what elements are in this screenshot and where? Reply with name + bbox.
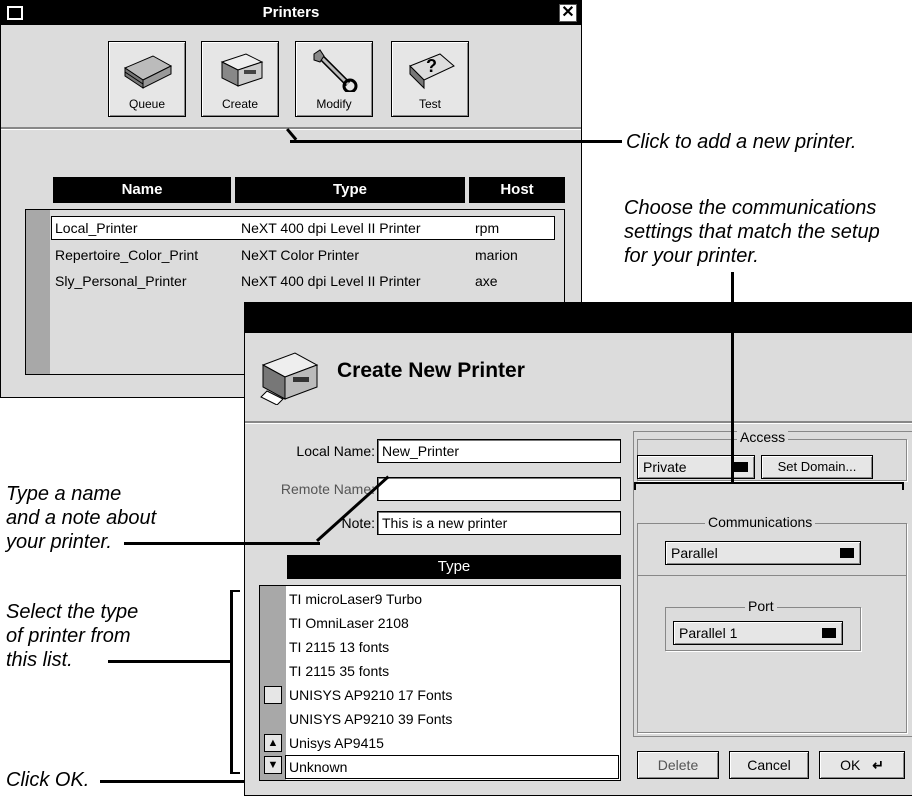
test-page-icon: ? — [409, 53, 455, 90]
callout-line-type — [108, 660, 232, 663]
queue-label: Queue — [128, 97, 166, 111]
list-item[interactable]: TI OmniLaser 2108 — [289, 611, 409, 635]
communications-popup-value: Parallel — [671, 545, 718, 561]
callout-name-line3: your printer. — [6, 531, 112, 553]
printer-type: NeXT 400 dpi Level II Printer — [241, 273, 421, 289]
callout-line-create — [290, 140, 622, 143]
group-divider — [637, 575, 907, 576]
port-popup[interactable]: Parallel 1 — [673, 621, 843, 645]
callout-type-line1: Select the type — [6, 601, 139, 623]
close-icon: ✕ — [561, 4, 575, 21]
callout-add-printer: Click to add a new printer. — [626, 131, 857, 153]
communications-popup[interactable]: Parallel — [665, 541, 861, 565]
printers-titlebar[interactable]: Printers ✕ — [1, 1, 581, 25]
callout-type-line3: this list. — [6, 649, 73, 671]
ok-button[interactable]: OK ↵ — [819, 751, 905, 779]
note-field[interactable]: This is a new printer — [377, 511, 621, 535]
create-panel-titlebar[interactable] — [245, 303, 912, 333]
modify-button[interactable]: Modify — [295, 41, 373, 117]
callout-ok: Click OK. — [6, 769, 90, 791]
toolbar-divider — [1, 127, 581, 130]
header-divider — [245, 421, 912, 424]
scroll-knob[interactable] — [264, 686, 282, 704]
test-button[interactable]: ? Test — [391, 41, 469, 117]
queue-button[interactable]: Queue — [108, 41, 186, 117]
cancel-button[interactable]: Cancel — [729, 751, 809, 779]
create-button[interactable]: Create — [201, 41, 279, 117]
type-list-scrollbar[interactable]: ▲ ▼ — [260, 586, 286, 780]
access-popup[interactable]: Private — [637, 455, 755, 479]
callout-line-ok — [100, 780, 244, 783]
local-name-label: Local Name: — [296, 443, 375, 459]
communications-group-title: Communications — [705, 514, 816, 530]
popup-arrow-icon — [734, 462, 748, 472]
list-item[interactable]: Unisys AP9415 — [289, 731, 384, 755]
ok-label: OK — [840, 757, 861, 773]
column-header-type[interactable]: Type — [235, 177, 465, 203]
list-item[interactable]: UNISYS AP9210 17 Fonts — [289, 683, 452, 707]
list-item[interactable]: Unknown — [289, 755, 347, 779]
port-group-title: Port — [745, 598, 777, 614]
miniaturize-button[interactable] — [7, 6, 23, 20]
test-label: Test — [418, 97, 441, 111]
delete-button[interactable]: Delete — [637, 751, 719, 779]
list-item[interactable]: TI 2115 13 fonts — [289, 635, 389, 659]
printer-host: marion — [475, 247, 518, 263]
return-icon: ↵ — [872, 757, 884, 773]
callout-comm-line3: for your printer. — [624, 245, 759, 267]
set-domain-button[interactable]: Set Domain... — [761, 455, 873, 479]
column-header-host[interactable]: Host — [469, 177, 565, 203]
local-name-field[interactable]: New_Printer — [377, 439, 621, 463]
callout-name-line2: and a note about — [6, 507, 157, 529]
remote-name-field[interactable] — [377, 477, 621, 501]
printer-name: Sly_Personal_Printer — [55, 273, 187, 289]
printer-name: Repertoire_Color_Print — [55, 247, 199, 263]
printer-icon — [220, 53, 264, 87]
svg-text:?: ? — [426, 56, 437, 76]
create-label: Create — [221, 97, 259, 111]
callout-type-line2: of printer from — [6, 625, 131, 647]
remote-name-label: Remote Name: — [280, 481, 375, 497]
callout-comm-line2: settings that match the setup — [624, 221, 880, 243]
callout-bracket-type — [230, 590, 240, 774]
type-list-header[interactable]: Type — [287, 555, 621, 579]
printer-icon — [260, 352, 319, 405]
list-item[interactable]: TI 2115 35 fonts — [289, 659, 389, 683]
printers-window-title: Printers — [262, 4, 320, 21]
printer-host: rpm — [475, 220, 500, 236]
close-button[interactable]: ✕ — [559, 4, 577, 22]
callout-line-comm — [731, 272, 734, 484]
callout-line-name — [124, 542, 320, 545]
access-popup-value: Private — [643, 459, 687, 475]
scroll-up-arrow[interactable]: ▲ — [264, 734, 282, 752]
callout-name-line1: Type a name — [6, 483, 122, 505]
list-item[interactable]: UNISYS AP9210 39 Fonts — [289, 707, 452, 731]
note-label: Note: — [341, 515, 375, 531]
create-printer-panel: Create New Printer Local Name: New_Print… — [244, 302, 912, 796]
printer-list-scrollbar[interactable] — [26, 210, 50, 374]
wrench-icon — [313, 49, 358, 92]
port-popup-value: Parallel 1 — [679, 625, 738, 641]
queue-icon — [123, 55, 173, 89]
access-group-title: Access — [737, 429, 789, 445]
popup-arrow-icon — [822, 628, 836, 638]
callout-comm-line1: Choose the communications — [624, 197, 877, 219]
callout-bracket-comm — [634, 482, 904, 490]
list-item[interactable]: TI microLaser9 Turbo — [289, 587, 422, 611]
scroll-down-arrow[interactable]: ▼ — [264, 756, 282, 774]
modify-label: Modify — [316, 97, 352, 111]
printer-name: Local_Printer — [55, 220, 138, 236]
create-panel-title: Create New Printer — [337, 359, 525, 382]
printer-host: axe — [475, 273, 498, 289]
column-header-name[interactable]: Name — [53, 177, 231, 203]
printer-type: NeXT Color Printer — [241, 247, 360, 263]
popup-arrow-icon — [840, 548, 854, 558]
printer-type: NeXT 400 dpi Level II Printer — [241, 220, 421, 236]
